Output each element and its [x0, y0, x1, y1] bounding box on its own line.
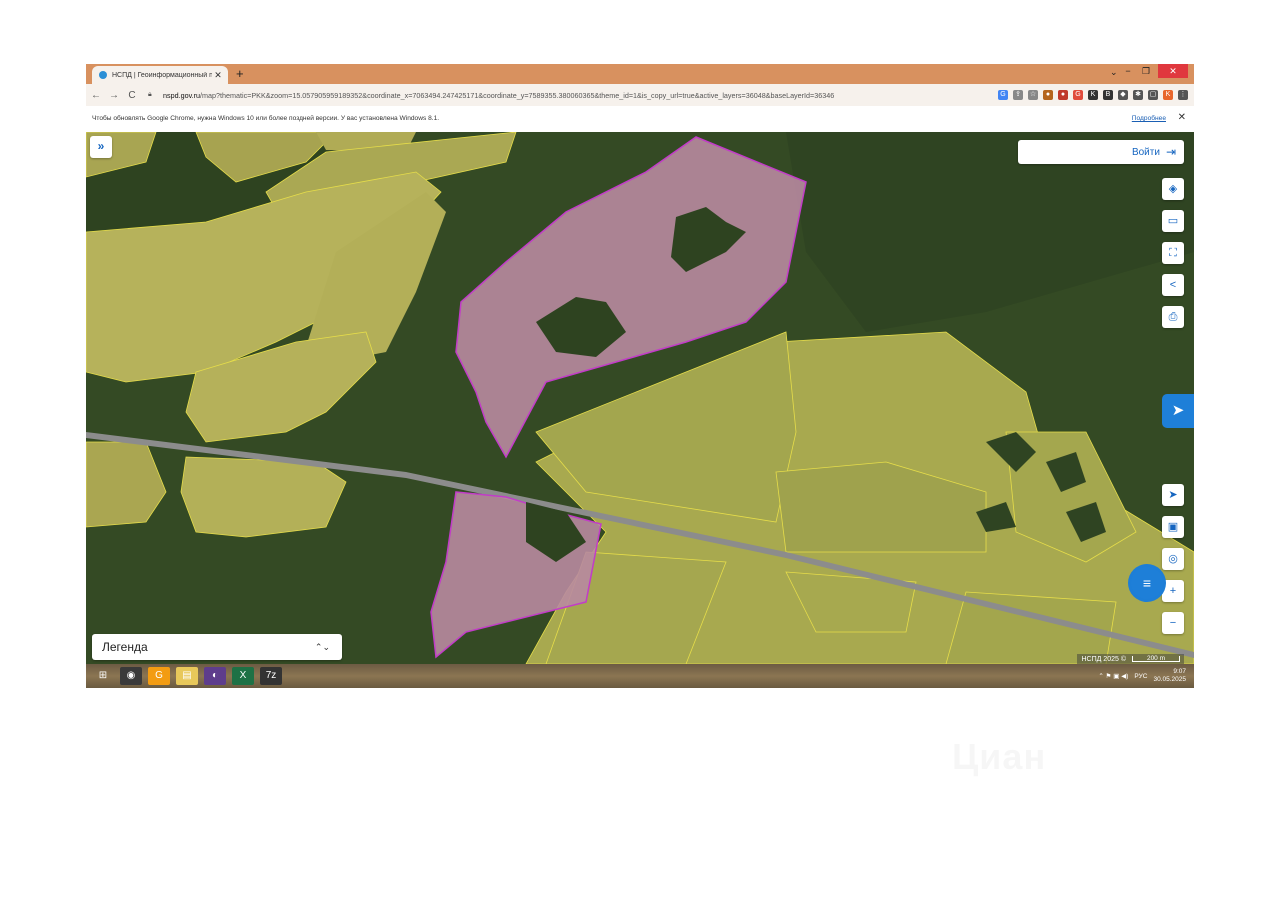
clock[interactable]: 9:07 30.05.2025 — [1153, 668, 1186, 684]
legend-chevron-icon: ⌃⌄ — [314, 641, 330, 652]
folder-icon[interactable]: ▤ — [176, 667, 198, 685]
map-view[interactable]: » Войти ⇥ ◈ ▭ ⛶ < ⎙ ➤ ➤ ▣ ◎ + − ≡ Легенда ⌃⌄ НСП… — [86, 132, 1194, 664]
screen: НСПД | Геоинформационный п ✕ + ⌄ − ❐ ✕ ←… — [86, 64, 1194, 688]
scale-bar: 200 m — [1132, 655, 1180, 662]
excel-icon[interactable]: X — [232, 667, 254, 685]
extension-icon[interactable]: K — [1088, 90, 1098, 100]
extension-icon[interactable]: G — [998, 90, 1008, 100]
windows-taskbar: ⊞ ◉ G ▤ ◐ X 7z ⌃ ⚑ ▣ ◀) РУС 9:07 30.05.2025 — [86, 664, 1194, 688]
tab-strip: НСПД | Геоинформационный п ✕ + ⌄ − ❐ ✕ — [86, 64, 1194, 84]
share-icon[interactable]: < — [1162, 274, 1184, 296]
new-tab-button[interactable]: + — [236, 65, 244, 83]
copyright: НСПД 2025 © — [1081, 655, 1126, 663]
extension-icon[interactable]: ⋮ — [1178, 90, 1188, 100]
taskbar-apps: ⊞ ◉ G ▤ ◐ X 7z — [86, 667, 282, 685]
browser-toolbar: ← → C 🔒︎ nspd.gov.ru/map?thematic=PKK&zo… — [86, 84, 1194, 106]
extension-icon[interactable]: ✱ — [1133, 90, 1143, 100]
minimap-icon[interactable]: ▣ — [1162, 516, 1184, 538]
address-bar[interactable]: 🔒︎ nspd.gov.ru/map?thematic=PKK&zoom=15.… — [148, 87, 1048, 103]
ruler-icon[interactable]: ▭ — [1162, 210, 1184, 232]
forward-icon[interactable]: → — [106, 90, 122, 101]
extension-icon[interactable]: ◆ — [1118, 90, 1128, 100]
update-infobar: Чтобы обновлять Google Chrome, нужна Win… — [86, 106, 1194, 133]
side-panel-tab[interactable]: ➤ — [1162, 394, 1194, 428]
scale-box: НСПД 2025 © 200 m — [1077, 654, 1184, 664]
tab-title: НСПД | Геоинформационный п — [112, 71, 213, 79]
back-icon[interactable]: ← — [88, 90, 104, 101]
layers-icon[interactable]: ◈ — [1162, 178, 1184, 200]
print-icon[interactable]: ⎙ — [1162, 306, 1184, 328]
select-area-icon[interactable]: ⛶ — [1162, 242, 1184, 264]
expand-panel-button[interactable]: » — [90, 136, 112, 158]
clock-date: 30.05.2025 — [1153, 676, 1186, 683]
orange-app-icon[interactable]: G — [148, 667, 170, 685]
extension-icon[interactable]: ▢ — [1148, 90, 1158, 100]
tab-close-icon[interactable]: ✕ — [212, 70, 224, 81]
login-label: Войти — [1131, 146, 1160, 158]
system-tray: ⌃ ⚑ ▣ ◀) РУС 9:07 30.05.2025 — [1098, 666, 1186, 686]
extension-icon[interactable]: ⇪ — [1013, 90, 1023, 100]
extension-icon[interactable]: B — [1103, 90, 1113, 100]
site-favicon-icon — [99, 71, 107, 79]
extension-icon[interactable]: ● — [1043, 90, 1053, 100]
start-icon[interactable]: ⊞ — [92, 667, 114, 685]
locate-icon[interactable]: ➤ — [1162, 484, 1184, 506]
maximize-button[interactable]: ❐ — [1138, 64, 1154, 78]
minimize-button[interactable]: − — [1120, 64, 1136, 78]
extension-icon[interactable]: ● — [1058, 90, 1068, 100]
clock-time: 9:07 — [1173, 668, 1186, 675]
chrome-icon[interactable]: ◉ — [120, 667, 142, 685]
extension-icon[interactable]: G — [1073, 90, 1083, 100]
7zip-icon[interactable]: 7z — [260, 667, 282, 685]
language-indicator[interactable]: РУС — [1134, 673, 1147, 680]
infobar-more-link[interactable]: Подробнее — [1132, 115, 1166, 122]
infobar-close-icon[interactable]: ✕ — [1178, 112, 1186, 123]
browser-tab[interactable]: НСПД | Геоинформационный п ✕ — [92, 66, 228, 84]
zoom-out-icon[interactable]: − — [1162, 612, 1184, 634]
legend-label: Легенда — [102, 640, 148, 654]
chat-button[interactable]: ≡ — [1128, 564, 1166, 602]
lock-icon: 🔒︎ — [148, 91, 152, 98]
url-path: /map?thematic=PKK&zoom=15.05790595918935… — [200, 90, 835, 100]
geolocation-icon[interactable]: ◎ — [1162, 548, 1184, 570]
infobar-text: Чтобы обновлять Google Chrome, нужна Win… — [92, 115, 440, 122]
extension-icon[interactable]: K — [1163, 90, 1173, 100]
tray-icons[interactable]: ⌃ ⚑ ▣ ◀) — [1098, 672, 1128, 680]
satellite-imagery — [86, 132, 1194, 664]
legend-select[interactable]: Легенда ⌃⌄ — [92, 634, 342, 660]
extension-icon[interactable]: ☆ — [1028, 90, 1038, 100]
url-host: nspd.gov.ru — [163, 90, 201, 100]
login-button[interactable]: Войти ⇥ — [1018, 140, 1184, 164]
reload-icon[interactable]: C — [124, 90, 140, 101]
browser-app-icon[interactable]: ◐ — [204, 667, 226, 685]
close-window-button[interactable]: ✕ — [1158, 64, 1188, 78]
login-icon: ⇥ — [1165, 145, 1176, 159]
extensions-row: G ⇪ ☆ ● ● G K B ◆ ✱ ▢ K ⋮ — [998, 87, 1188, 103]
watermark: Циан — [952, 736, 1046, 778]
